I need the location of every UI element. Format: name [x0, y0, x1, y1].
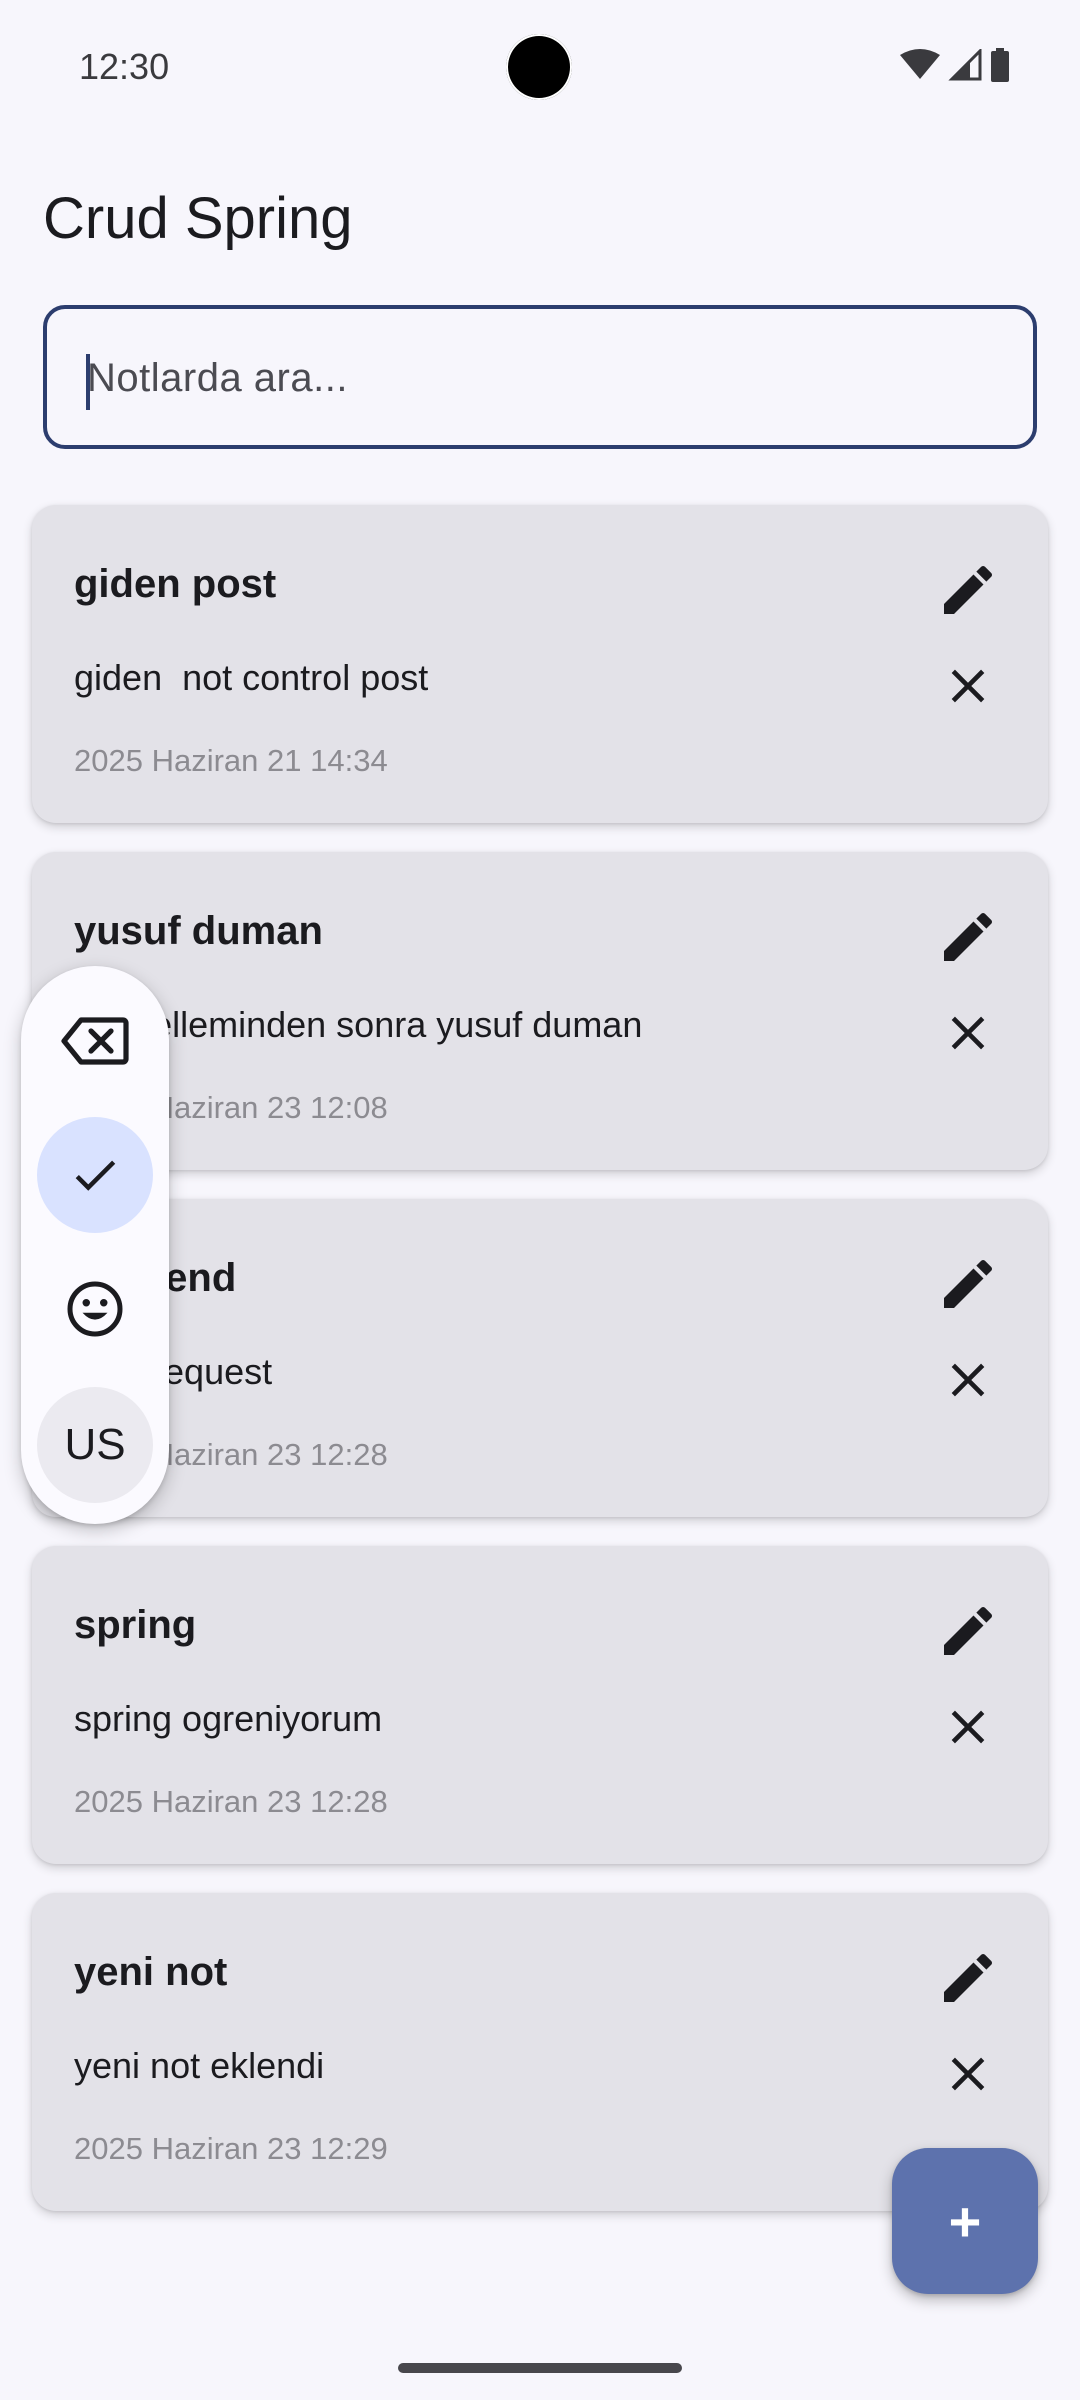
- close-icon: [951, 1363, 985, 1397]
- note-title: yeni not: [74, 1950, 228, 1994]
- delete-note-button[interactable]: [930, 648, 1006, 724]
- note-date: 2025 Haziran 23 12:29: [74, 2131, 388, 2166]
- edit-note-button[interactable]: [930, 899, 1006, 975]
- note-title: yusuf duman: [74, 909, 323, 953]
- note-title: spring: [74, 1603, 197, 1647]
- pencil-icon: [944, 1606, 993, 1655]
- close-icon: [951, 2057, 985, 2091]
- note-content: yeni not eklendi: [74, 2045, 325, 2086]
- battery-icon: [991, 48, 1009, 82]
- keyboard-toolbar: US: [21, 966, 169, 1524]
- add-note-button[interactable]: +: [892, 2148, 1038, 2294]
- delete-note-button[interactable]: [930, 1689, 1006, 1765]
- delete-note-button[interactable]: [930, 2036, 1006, 2112]
- note-card[interactable]: yeni not yeni not eklendi 2025 Haziran 2…: [32, 1893, 1048, 2211]
- close-icon: [951, 1016, 985, 1050]
- edit-note-button[interactable]: [930, 1593, 1006, 1669]
- close-icon: [951, 669, 985, 703]
- pencil-icon: [944, 912, 993, 961]
- note-card[interactable]: backend post request 2025 Haziran 23 12:…: [32, 1199, 1048, 1517]
- delete-note-button[interactable]: [930, 995, 1006, 1071]
- delete-note-button[interactable]: [930, 1342, 1006, 1418]
- status-time: 12:30: [79, 46, 170, 87]
- edit-note-button[interactable]: [930, 552, 1006, 628]
- pencil-icon: [944, 565, 993, 614]
- pencil-icon: [944, 1953, 993, 2002]
- edit-note-button[interactable]: [930, 1246, 1006, 1322]
- wifi-icon: [900, 49, 940, 79]
- note-card[interactable]: yusuf duman güncelleminden sonra yusuf d…: [32, 852, 1048, 1170]
- camera-cutout: [506, 34, 572, 100]
- note-card[interactable]: spring spring ogreniyorum 2025 Haziran 2…: [32, 1546, 1048, 1864]
- note-content: giden not control post: [74, 657, 429, 698]
- close-icon: [951, 1710, 985, 1744]
- app-title: Crud Spring: [43, 186, 353, 251]
- pencil-icon: [944, 1259, 993, 1308]
- edit-note-button[interactable]: [930, 1940, 1006, 2016]
- backspace-button[interactable]: [37, 983, 153, 1099]
- emoji-button[interactable]: [37, 1251, 153, 1367]
- language-switch-button[interactable]: US: [37, 1387, 153, 1503]
- search-input[interactable]: [85, 309, 1013, 447]
- note-date: 2025 Haziran 23 12:28: [74, 1784, 388, 1819]
- backspace-icon: [61, 1017, 129, 1065]
- search-box[interactable]: [43, 305, 1037, 449]
- status-icons: [900, 48, 1010, 82]
- emoji-icon: [67, 1281, 123, 1337]
- gesture-nav-handle[interactable]: [398, 2363, 682, 2373]
- note-card[interactable]: giden post giden not control post 2025 H…: [32, 505, 1048, 823]
- check-button[interactable]: [37, 1117, 153, 1233]
- check-icon: [75, 1160, 116, 1191]
- note-date: 2025 Haziran 21 14:34: [74, 743, 388, 778]
- note-content: spring ogreniyorum: [74, 1698, 383, 1739]
- cell-signal-icon: [948, 49, 982, 81]
- status-bar: 12:30: [0, 0, 1080, 135]
- note-title: giden post: [74, 562, 277, 606]
